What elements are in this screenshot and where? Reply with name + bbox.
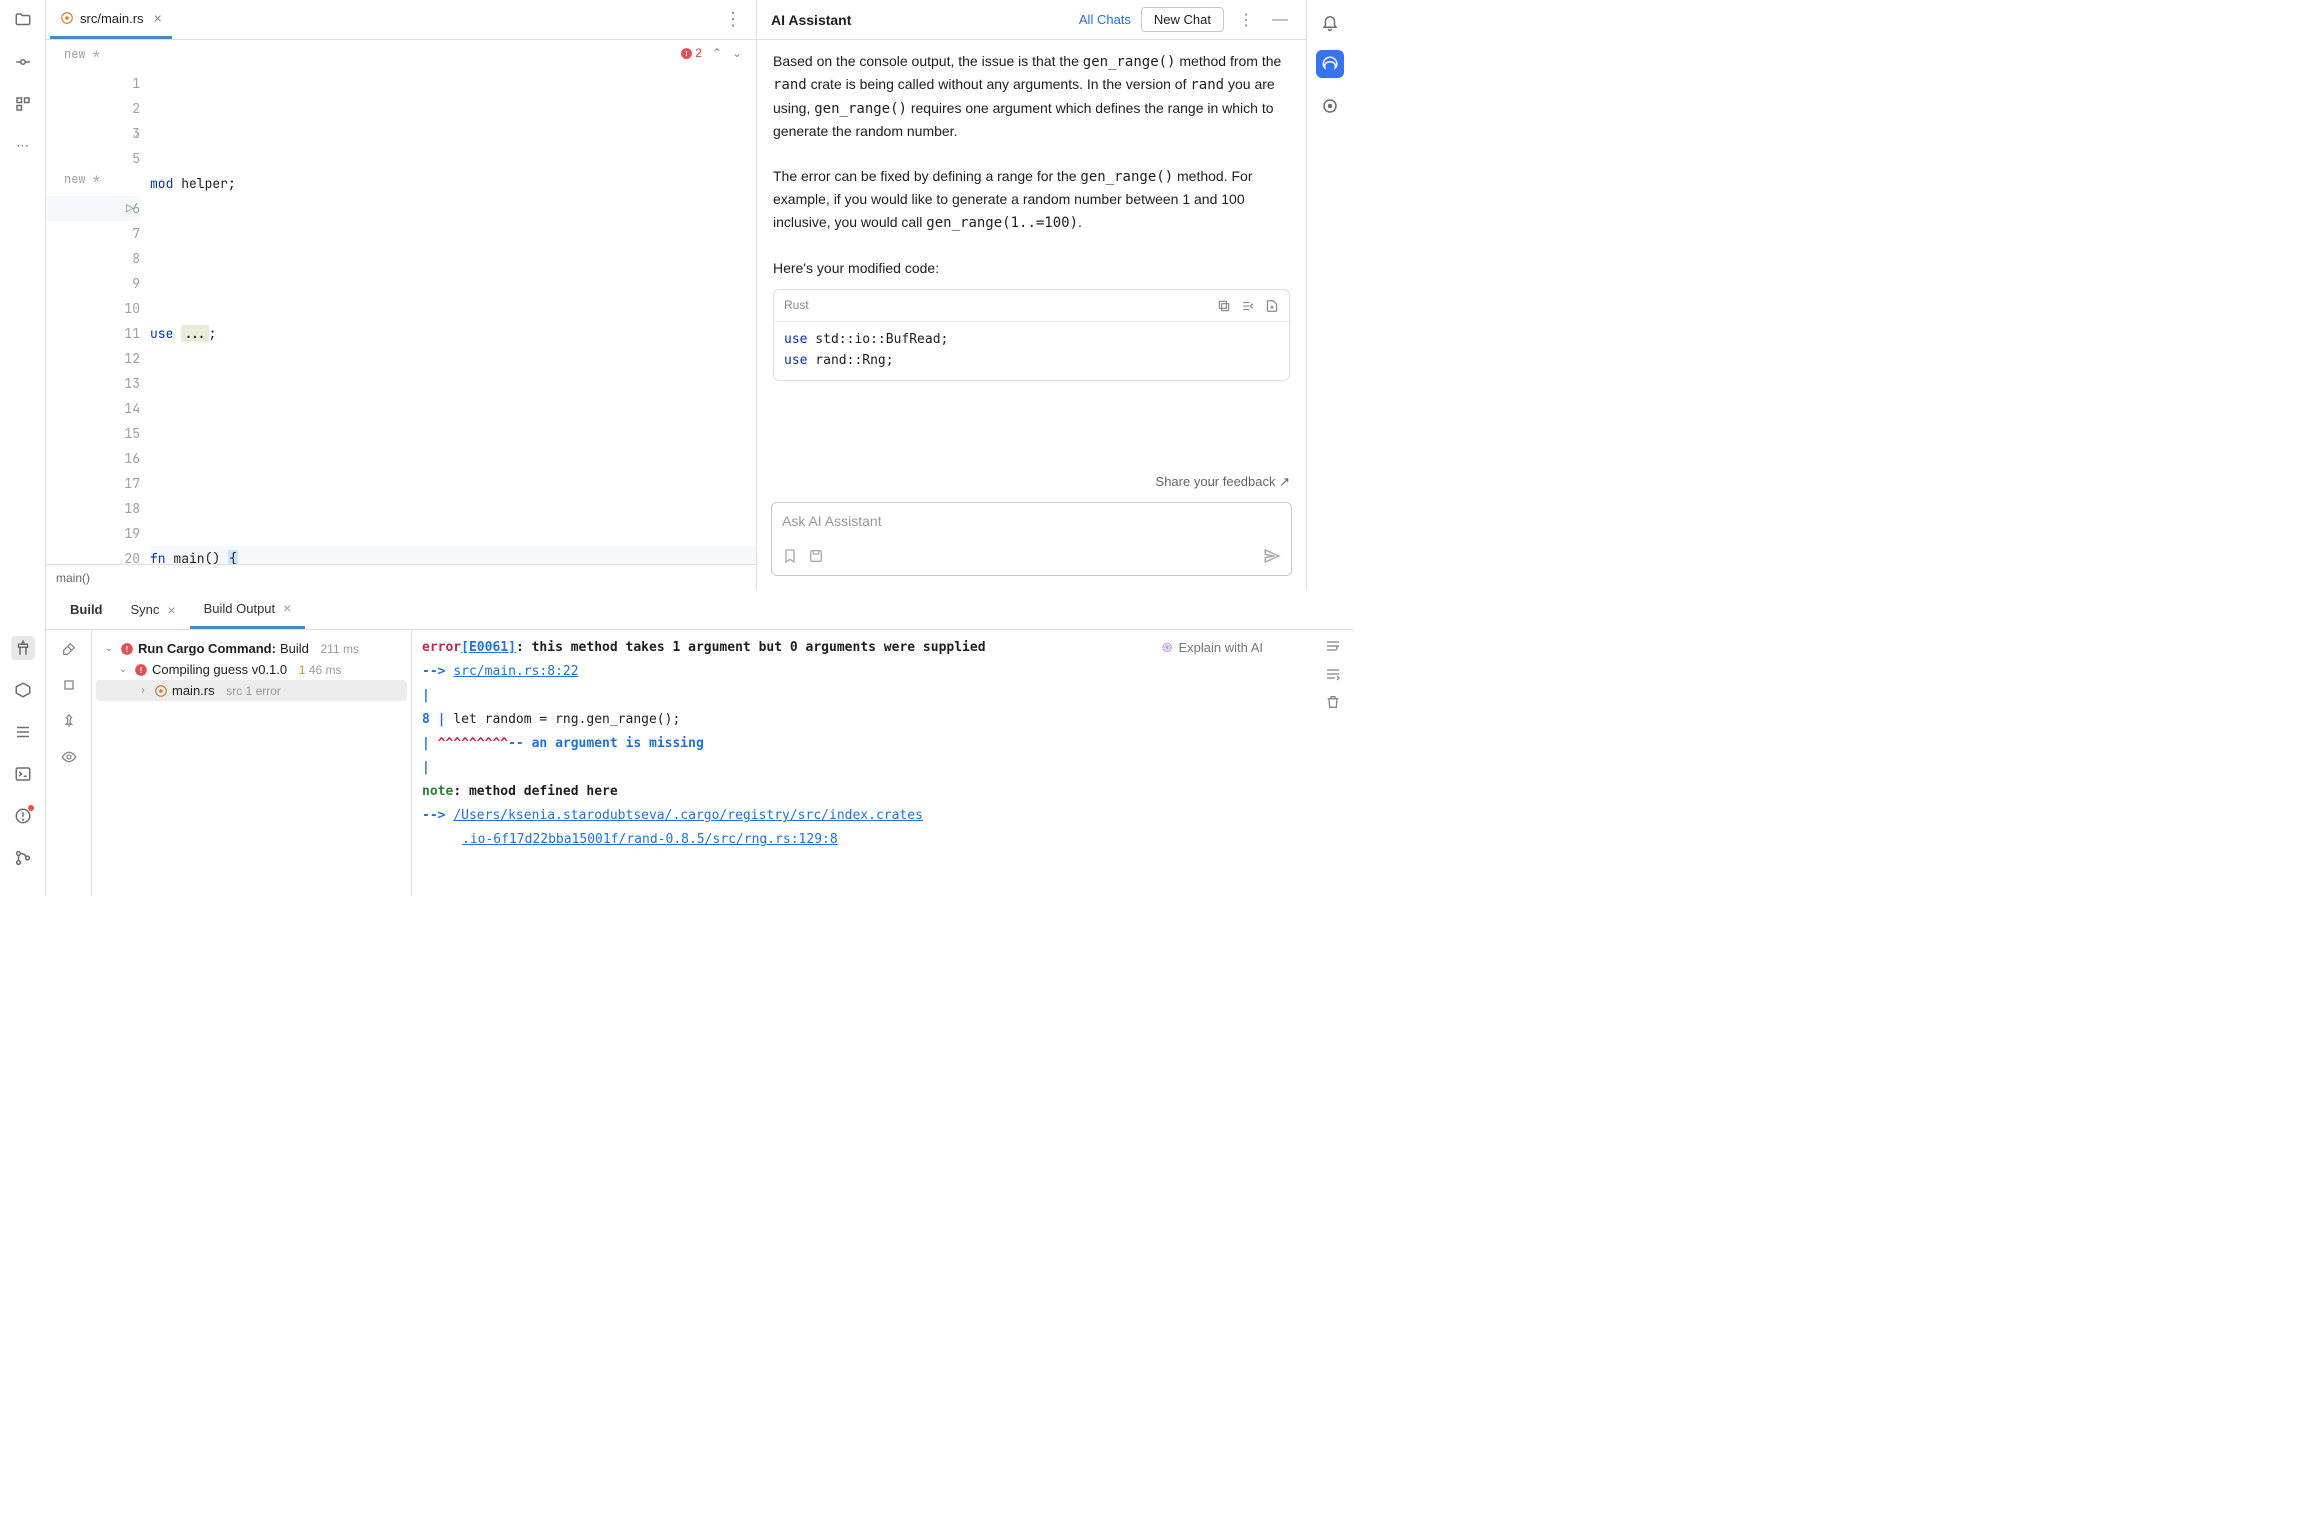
create-file-icon[interactable] — [1265, 299, 1279, 313]
fold-icon[interactable]: › — [134, 121, 140, 146]
structure-icon[interactable] — [11, 92, 35, 116]
ai-paragraph: Here's your modified code: — [773, 257, 1290, 279]
vcs-icon[interactable] — [11, 846, 35, 870]
tab-more-icon[interactable]: ⋮ — [714, 9, 752, 30]
clear-icon[interactable] — [1325, 694, 1341, 710]
error-code-link[interactable]: [E0061] — [461, 640, 516, 655]
svg-text:!: ! — [685, 49, 688, 58]
soft-wrap-icon[interactable] — [1325, 638, 1341, 654]
commit-icon[interactable] — [11, 50, 35, 74]
ai-swirl-icon: ֍ — [1162, 636, 1173, 660]
prev-error-icon[interactable]: ⌃ — [712, 46, 722, 60]
source-link[interactable]: src/main.rs:8:22 — [453, 664, 578, 679]
eye-icon[interactable] — [58, 746, 80, 768]
more-icon[interactable]: ⋯ — [11, 134, 35, 158]
build-console[interactable]: ֍Explain with AI error[E0061]: this meth… — [412, 630, 1313, 896]
tree-file[interactable]: › main.rs src 1 error — [96, 680, 407, 701]
ai-minimize-icon[interactable]: — — [1268, 11, 1292, 29]
breadcrumb[interactable]: main() — [46, 564, 756, 590]
chevron-down-icon[interactable]: ⌄ — [116, 664, 130, 675]
svg-text:!: ! — [126, 644, 129, 653]
error-count[interactable]: !2 — [680, 46, 702, 60]
save-prompt-icon[interactable] — [808, 548, 824, 564]
feedback-link[interactable]: Share your feedback ↗ — [757, 470, 1306, 494]
new-chat-button[interactable]: New Chat — [1141, 7, 1224, 32]
editor-pane: src/main.rs × ⋮ !2 ⌃ ⌄ new * 1 2 — [46, 0, 757, 590]
editor-body[interactable]: !2 ⌃ ⌄ new * 1 2 3› 5 new * 6▷ 7 8 — [46, 40, 756, 564]
ai-title: AI Assistant — [771, 12, 851, 28]
editor-tabbar: src/main.rs × ⋮ — [46, 0, 756, 40]
build-tool-icon[interactable] — [11, 636, 35, 660]
tab-label: src/main.rs — [80, 11, 144, 26]
run-gutter-icon[interactable]: ▷ — [126, 196, 134, 221]
ai-assistant-icon[interactable] — [1316, 50, 1344, 78]
console-side-toolbar — [1313, 630, 1353, 896]
ai-input-box[interactable] — [771, 502, 1292, 576]
ai-more-icon[interactable]: ⋮ — [1234, 10, 1258, 30]
terminal-icon[interactable] — [11, 762, 35, 786]
rust-toolbar-icon[interactable] — [1316, 92, 1344, 120]
tab-build-output[interactable]: Build Output× — [190, 591, 306, 629]
right-toolbar — [1307, 0, 1353, 590]
tree-root[interactable]: ⌄ ! Run Cargo Command: Build 211 ms — [96, 638, 407, 659]
send-icon[interactable] — [1263, 547, 1281, 565]
ai-assistant-pane: AI Assistant All Chats New Chat ⋮ — Base… — [757, 0, 1307, 590]
copy-code-icon[interactable] — [1217, 299, 1231, 313]
build-toolbar — [46, 630, 92, 896]
services-icon[interactable] — [11, 678, 35, 702]
folder-icon[interactable] — [11, 8, 35, 32]
error-icon: ! — [134, 663, 148, 677]
ai-body: Based on the console output, the issue i… — [757, 40, 1306, 470]
code-lang-label: Rust — [784, 296, 809, 315]
close-icon[interactable]: × — [167, 602, 175, 618]
explain-with-ai[interactable]: ֍Explain with AI — [1162, 636, 1263, 660]
close-icon[interactable]: × — [283, 600, 291, 616]
ai-code-body: use std::io::BufRead; use rand::Rng; — [774, 322, 1289, 380]
bookmark-icon[interactable] — [782, 548, 798, 564]
notifications-icon[interactable] — [1316, 8, 1344, 36]
tab-build[interactable]: Build — [56, 591, 117, 629]
tree-compile[interactable]: ⌄ ! Compiling guess v0.1.0 1 46 ms — [96, 659, 407, 680]
svg-text:!: ! — [140, 665, 143, 674]
left-toolbar: ⋯ — [0, 0, 46, 896]
gutter: new * 1 2 3› 5 new * 6▷ 7 8 9 10 11 12 1… — [46, 40, 150, 564]
rust-file-icon — [60, 11, 74, 25]
next-error-icon[interactable]: ⌄ — [732, 46, 742, 60]
todo-icon[interactable] — [11, 720, 35, 744]
error-icon: ! — [120, 642, 134, 656]
hammer-icon[interactable] — [58, 638, 80, 660]
chevron-down-icon[interactable]: ⌄ — [102, 643, 116, 654]
chevron-right-icon[interactable]: › — [136, 685, 150, 696]
pin-icon[interactable] — [58, 710, 80, 732]
code-area[interactable]: mod helper; use ...; fn main() { let mut… — [150, 40, 756, 564]
tab-close-icon[interactable]: × — [154, 10, 162, 26]
stop-icon[interactable] — [58, 674, 80, 696]
insert-code-icon[interactable] — [1241, 299, 1255, 313]
ai-code-block: Rust use std::io::BufRead; use rand::Rng… — [773, 289, 1290, 381]
all-chats-link[interactable]: All Chats — [1079, 12, 1131, 27]
path-link[interactable]: /Users/ksenia.starodubtseva/.cargo/regis… — [453, 808, 923, 823]
scroll-end-icon[interactable] — [1325, 666, 1341, 682]
path-link[interactable]: .io-6f17d22bba15001f/rand-0.8.5/src/rng.… — [462, 832, 838, 847]
build-tree: ⌄ ! Run Cargo Command: Build 211 ms ⌄ ! … — [92, 630, 412, 896]
ai-input-field[interactable] — [782, 513, 1281, 529]
bottom-panel: Build Sync× Build Output× ⌄ ! Run Cargo … — [46, 590, 1353, 896]
ai-paragraph: Based on the console output, the issue i… — [773, 50, 1290, 143]
ai-header: AI Assistant All Chats New Chat ⋮ — — [757, 0, 1306, 40]
rust-file-icon — [154, 684, 168, 698]
bottom-tabs: Build Sync× Build Output× — [46, 590, 1353, 630]
problems-icon[interactable] — [11, 804, 35, 828]
editor-tab-main[interactable]: src/main.rs × — [50, 1, 172, 39]
ai-paragraph: The error can be fixed by defining a ran… — [773, 165, 1290, 234]
tab-sync[interactable]: Sync× — [117, 591, 190, 629]
